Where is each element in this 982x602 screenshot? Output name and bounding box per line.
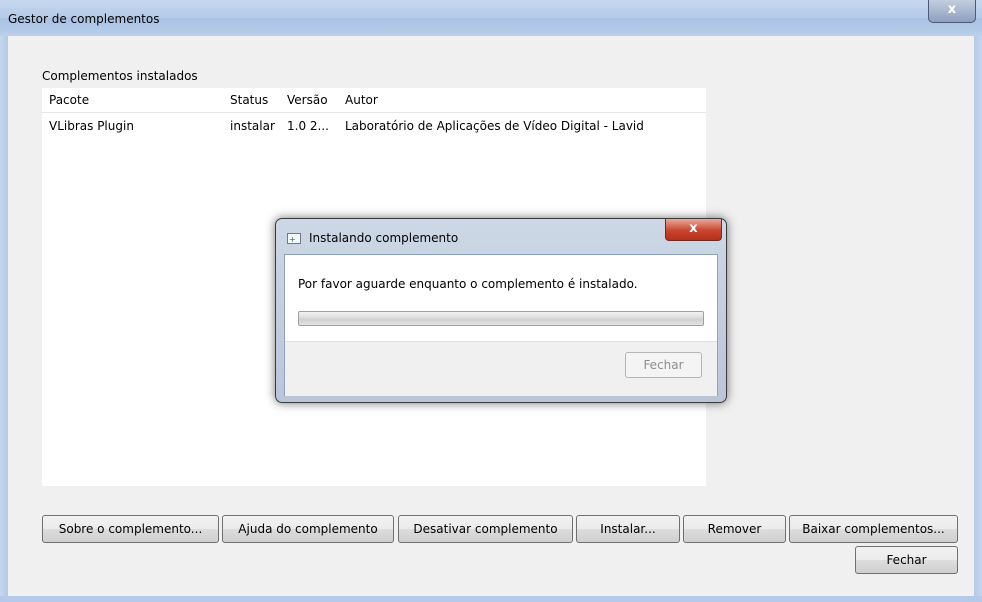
cell-version: 1.0 2... — [287, 119, 329, 133]
dialog-title: Instalando complemento — [309, 231, 459, 245]
cell-status: instalar — [230, 119, 275, 133]
title-bar[interactable]: Gestor de complementos x — [0, 0, 982, 36]
window-frame-right — [974, 36, 982, 596]
dialog-close-label-button[interactable]: Fechar — [625, 352, 702, 378]
column-header-package[interactable]: Pacote — [49, 93, 89, 107]
column-header-author[interactable]: Autor — [345, 93, 378, 107]
installed-label: Complementos instalados — [42, 69, 198, 83]
progress-bar — [298, 311, 704, 326]
install-button[interactable]: Instalar... — [576, 515, 680, 543]
close-icon: x — [689, 221, 698, 236]
disable-addon-button[interactable]: Desativar complemento — [398, 515, 573, 543]
column-header-status[interactable]: Status — [230, 93, 268, 107]
addon-manager-window: Gestor de complementos x Complementos in… — [0, 0, 982, 602]
close-icon: x — [947, 2, 957, 17]
close-button[interactable]: Fechar — [855, 546, 958, 574]
window-frame-bottom — [0, 596, 982, 602]
installing-dialog: + Instalando complemento x Por favor agu… — [275, 218, 727, 403]
window-frame-left — [0, 36, 8, 596]
remove-button[interactable]: Remover — [683, 515, 786, 543]
cell-package: VLibras Plugin — [49, 119, 134, 133]
about-addon-button[interactable]: Sobre o complemento... — [42, 515, 219, 543]
list-item[interactable]: VLibras Plugin instalar 1.0 2... Laborat… — [42, 116, 706, 138]
addon-help-button[interactable]: Ajuda do complemento — [222, 515, 394, 543]
cell-author: Laboratório de Aplicações de Vídeo Digit… — [345, 119, 644, 133]
list-header: Pacote Status Versão Autor — [42, 88, 706, 113]
addon-install-icon: + — [287, 233, 301, 244]
window-close-button[interactable]: x — [928, 0, 976, 23]
dialog-message: Por favor aguarde enquanto o complemento… — [298, 277, 638, 291]
dialog-close-button[interactable]: x — [665, 219, 722, 241]
dialog-client: Por favor aguarde enquanto o complemento… — [284, 254, 718, 396]
column-header-version[interactable]: Versão — [287, 93, 328, 107]
window-title: Gestor de complementos — [8, 12, 160, 26]
dialog-footer: Fechar — [285, 341, 717, 396]
download-addons-button[interactable]: Baixar complementos... — [789, 515, 958, 543]
